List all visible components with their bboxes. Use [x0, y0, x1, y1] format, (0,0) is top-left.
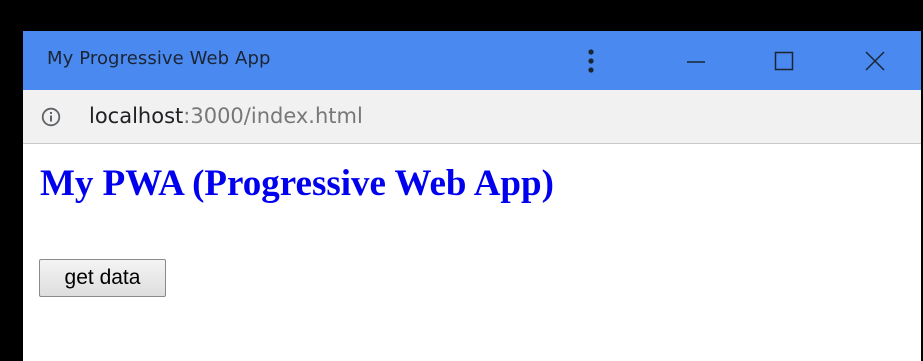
title-bar[interactable]: My Progressive Web App [23, 31, 921, 90]
app-window: My Progressive Web App localhost:3000/in… [23, 31, 921, 361]
get-data-button[interactable]: get data [39, 259, 166, 297]
close-icon [865, 50, 885, 71]
maximize-icon [774, 51, 794, 70]
minimize-button[interactable] [664, 31, 728, 90]
url-host: localhost [89, 104, 184, 128]
info-icon[interactable] [41, 107, 61, 127]
minimize-icon [687, 60, 705, 63]
address-bar[interactable]: localhost:3000/index.html [23, 90, 921, 144]
page-heading: My PWA (Progressive Web App) [40, 163, 554, 204]
maximize-button[interactable] [752, 31, 816, 90]
page-content: My PWA (Progressive Web App) get data [23, 144, 921, 361]
more-icon [588, 48, 594, 73]
close-button[interactable] [843, 31, 907, 90]
more-menu-button[interactable] [559, 31, 623, 90]
url-text[interactable]: localhost:3000/index.html [89, 104, 363, 128]
window-title: My Progressive Web App [47, 48, 271, 69]
url-path: :3000/index.html [183, 104, 363, 128]
